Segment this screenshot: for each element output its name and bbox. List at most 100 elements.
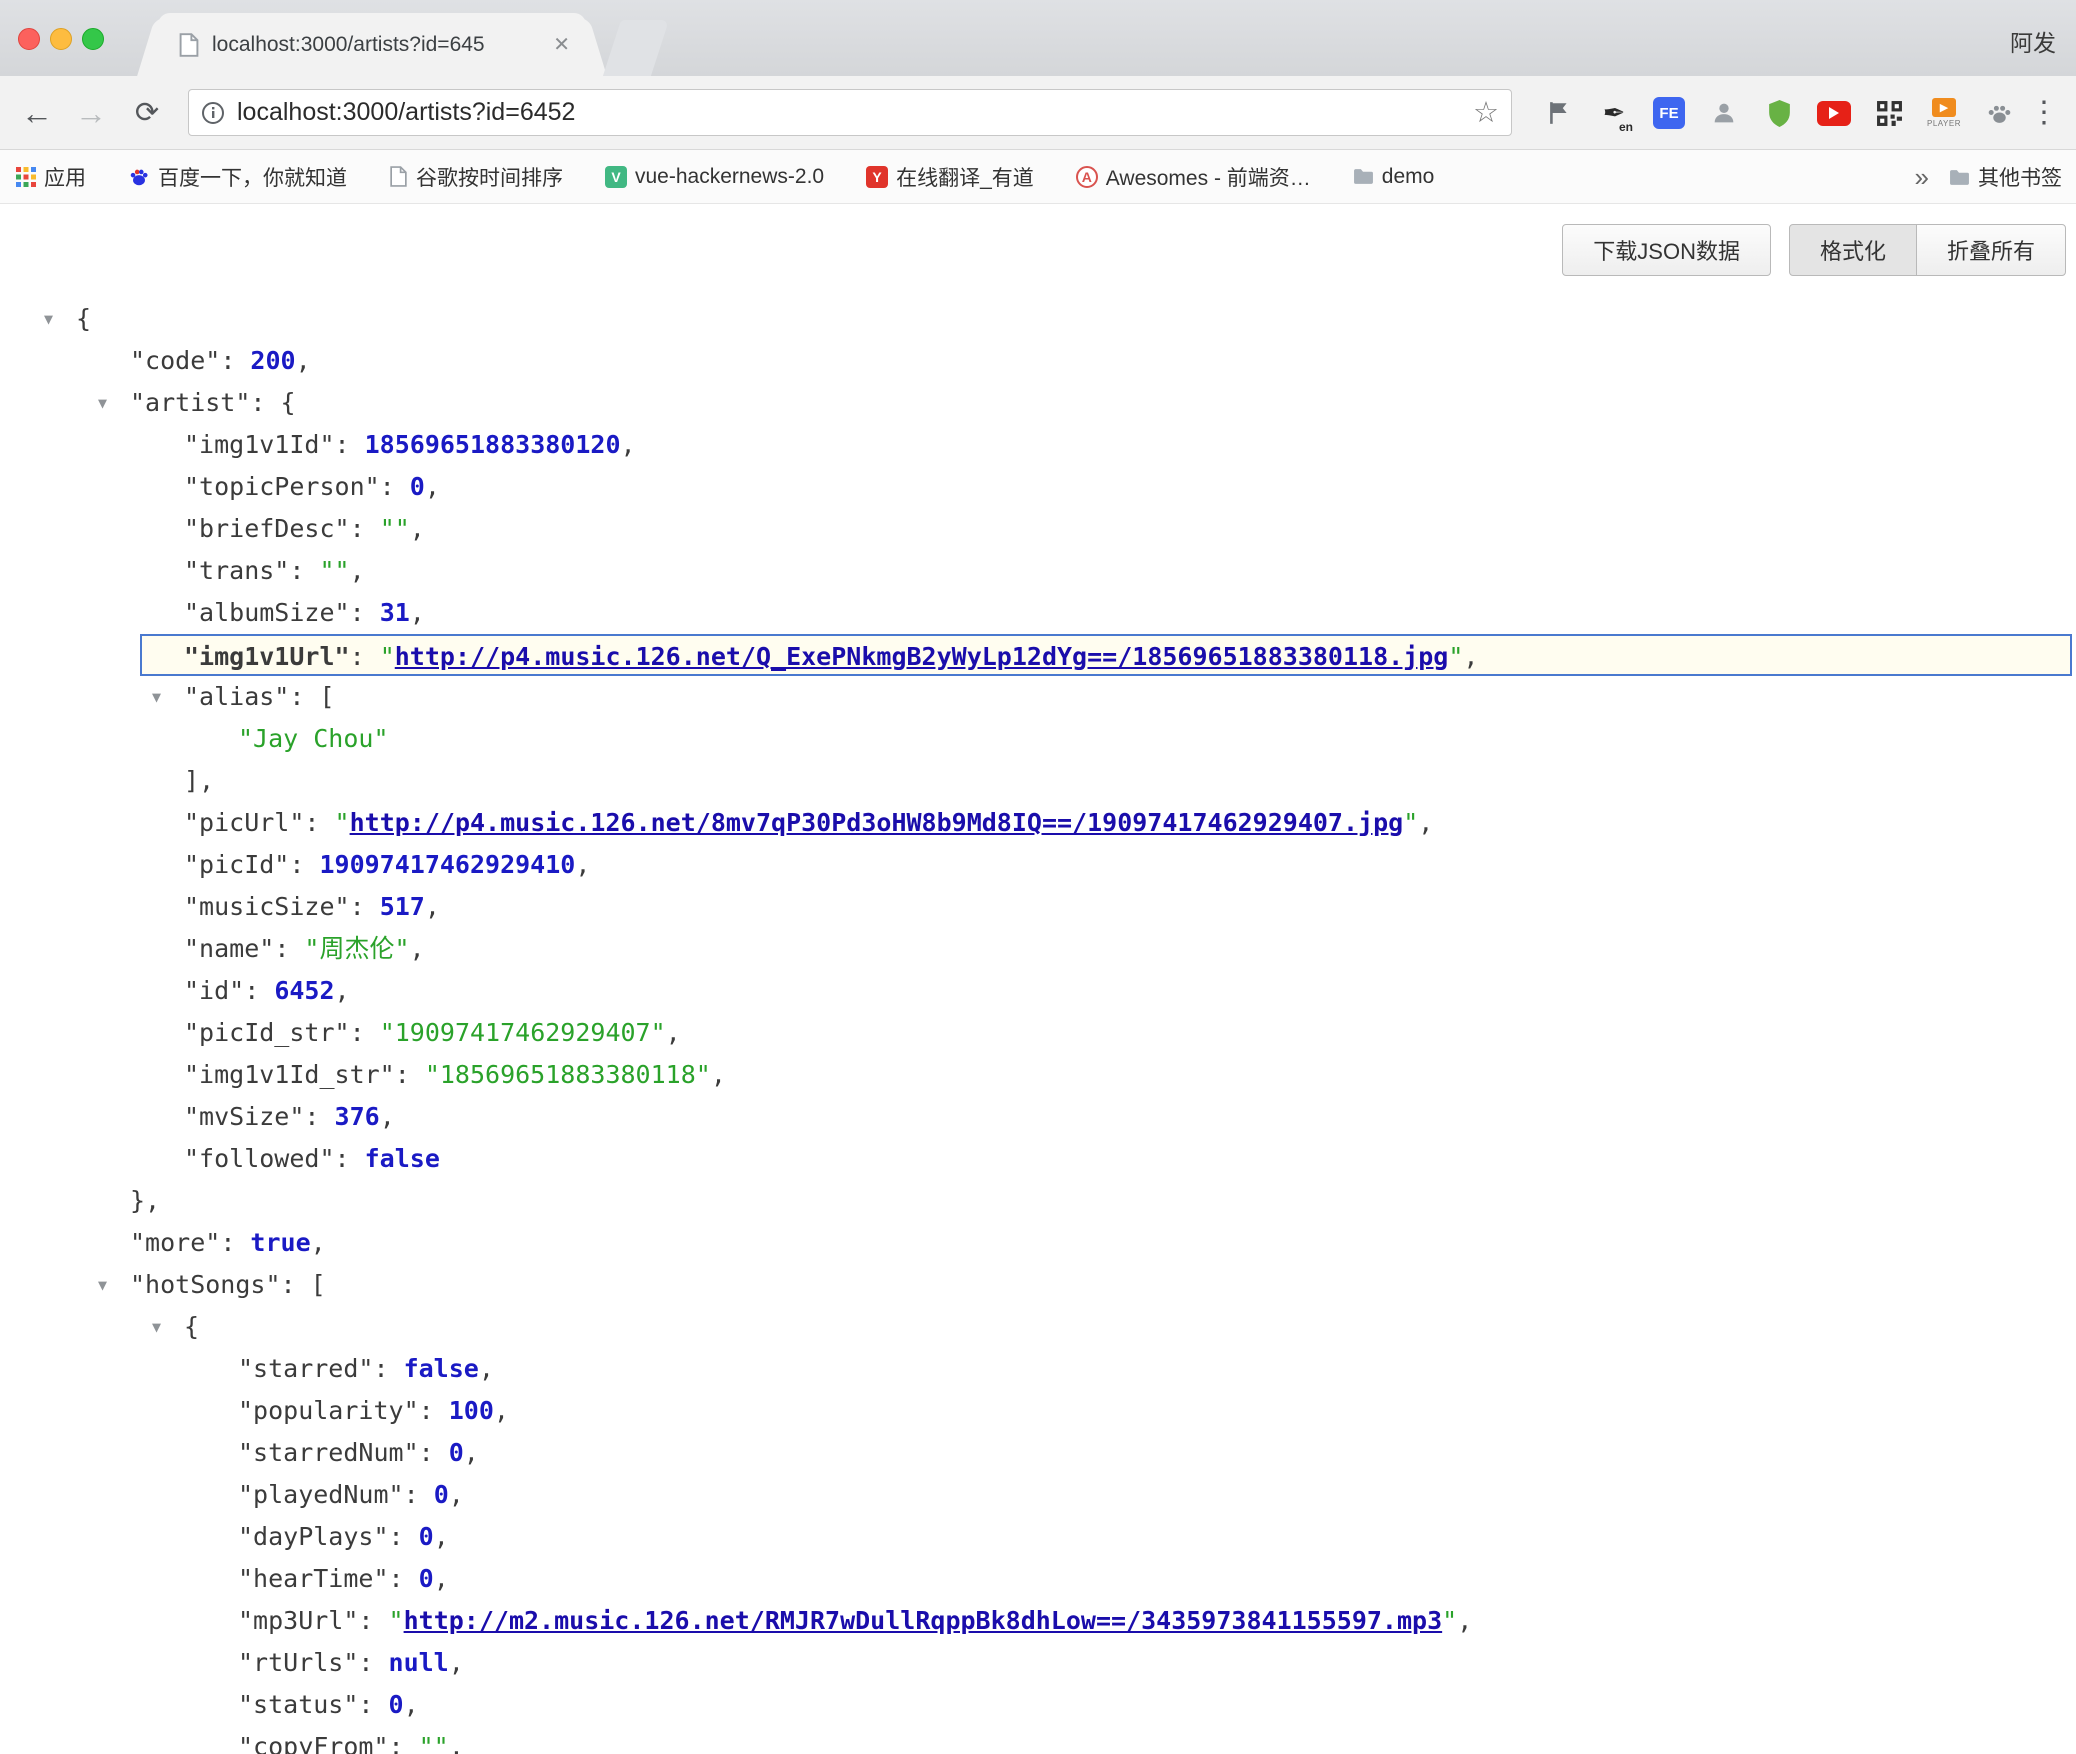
fe-extension-icon[interactable]: FE bbox=[1650, 90, 1688, 136]
collapse-toggle-icon[interactable]: ▼ bbox=[152, 1306, 161, 1348]
json-token-key: "dayPlays" bbox=[238, 1522, 389, 1551]
json-token-key: "img1v1Id_str" bbox=[184, 1060, 395, 1089]
translate-pen-extension-icon[interactable]: ✒ en bbox=[1595, 90, 1633, 136]
json-url-link[interactable]: http://p4.music.126.net/Q_ExePNkmgB2yWyL… bbox=[395, 642, 1449, 671]
bookmark-star-icon[interactable]: ☆ bbox=[1473, 95, 1499, 130]
address-bar[interactable]: localhost:3000/artists?id=6452 ☆ bbox=[188, 89, 1512, 136]
json-line: "followed": false bbox=[0, 1138, 2076, 1180]
json-token-key: "trans" bbox=[184, 556, 289, 585]
json-token-key: "img1v1Id" bbox=[184, 430, 335, 459]
json-line: ▼"hotSongs": [ bbox=[0, 1264, 2076, 1306]
flag-extension-icon[interactable] bbox=[1540, 90, 1578, 136]
json-line: "rtUrls": null, bbox=[0, 1642, 2076, 1684]
bookmark-baidu[interactable]: 百度一下，你就知道 bbox=[128, 162, 347, 192]
json-token-key: "musicSize" bbox=[184, 892, 350, 921]
bookmarks-bar: 应用 百度一下，你就知道 谷歌按时间排序 V vue-hackernews-2.… bbox=[0, 150, 2076, 204]
download-json-button[interactable]: 下载JSON数据 bbox=[1562, 224, 1771, 276]
collapse-toggle-icon[interactable]: ▼ bbox=[152, 676, 161, 718]
json-token-str: "19097417462929407" bbox=[380, 1018, 666, 1047]
json-token-punct: { bbox=[184, 1312, 199, 1341]
collapse-toggle-icon[interactable]: ▼ bbox=[44, 298, 53, 340]
bookmark-demo-folder[interactable]: demo bbox=[1353, 165, 1435, 189]
json-token-key: "playedNum" bbox=[238, 1480, 404, 1509]
bookmark-google-sort[interactable]: 谷歌按时间排序 bbox=[389, 162, 563, 192]
json-token-key: "starredNum" bbox=[238, 1438, 419, 1467]
new-tab-button[interactable] bbox=[603, 20, 669, 76]
paw-extension-icon[interactable] bbox=[1980, 90, 2018, 136]
bookmark-apps[interactable]: 应用 bbox=[16, 162, 86, 192]
json-token-punct: , bbox=[404, 1690, 419, 1719]
json-token-key: "mp3Url" bbox=[238, 1606, 358, 1635]
forward-button[interactable]: → bbox=[68, 90, 114, 136]
pen-en-label: en bbox=[1619, 120, 1633, 134]
json-line: "briefDesc": "", bbox=[0, 508, 2076, 550]
json-token-num: 6452 bbox=[274, 976, 334, 1005]
json-url-link[interactable]: http://m2.music.126.net/RMJR7wDullRqppBk… bbox=[404, 1606, 1443, 1635]
json-token-punct: : bbox=[419, 1438, 449, 1467]
apps-grid-icon bbox=[16, 167, 36, 187]
collapse-toggle-icon[interactable]: ▼ bbox=[98, 1264, 107, 1306]
json-line: "picId_str": "19097417462929407", bbox=[0, 1012, 2076, 1054]
json-token-punct: , bbox=[410, 598, 425, 627]
json-token-punct: : bbox=[350, 892, 380, 921]
json-line: "topicPerson": 0, bbox=[0, 466, 2076, 508]
json-token-punct: : bbox=[250, 388, 280, 417]
format-button[interactable]: 格式化 bbox=[1789, 224, 1917, 276]
json-token-punct: : bbox=[244, 976, 274, 1005]
json-token-punct: : bbox=[389, 1564, 419, 1593]
json-token-str: "Jay Chou" bbox=[238, 724, 389, 753]
shield-extension-icon[interactable] bbox=[1760, 90, 1798, 136]
json-url-link[interactable]: http://p4.music.126.net/8mv7qP30Pd3oHW8b… bbox=[350, 808, 1404, 837]
profile-extension-icon[interactable] bbox=[1705, 90, 1743, 136]
tab-close-icon[interactable]: ✕ bbox=[553, 32, 570, 57]
json-token-punct: , bbox=[410, 514, 425, 543]
bookmark-label: 谷歌按时间排序 bbox=[416, 162, 563, 192]
browser-tab[interactable]: localhost:3000/artists?id=645 ✕ bbox=[158, 13, 586, 76]
other-bookmarks-folder[interactable]: 其他书签 bbox=[1949, 162, 2062, 192]
menu-icon[interactable]: ⋮ bbox=[2022, 90, 2066, 136]
json-token-punct: , bbox=[335, 976, 350, 1005]
json-line: "trans": "", bbox=[0, 550, 2076, 592]
json-token-punct: , bbox=[425, 892, 440, 921]
json-token-punct: , bbox=[494, 1396, 509, 1425]
bookmarks-right: » 其他书签 bbox=[1915, 150, 2062, 204]
json-token-str: " bbox=[1448, 642, 1463, 671]
player-extension-icon[interactable]: ▶ PLAYER bbox=[1925, 90, 1963, 136]
json-token-key: "topicPerson" bbox=[184, 472, 380, 501]
profile-name[interactable]: 阿发 bbox=[2010, 24, 2056, 58]
collapse-toggle-icon[interactable]: ▼ bbox=[98, 382, 107, 424]
folder-icon bbox=[1353, 168, 1374, 185]
close-window-button[interactable] bbox=[18, 28, 40, 50]
json-token-key: "picId" bbox=[184, 850, 289, 879]
json-token-punct: ], bbox=[184, 766, 214, 795]
json-token-punct: , bbox=[1463, 642, 1478, 671]
bookmark-label: Awesomes - 前端资… bbox=[1106, 162, 1311, 192]
youtube-extension-icon[interactable] bbox=[1815, 90, 1853, 136]
back-button[interactable]: ← bbox=[14, 90, 60, 136]
bookmarks-overflow-icon[interactable]: » bbox=[1915, 162, 1929, 193]
bookmark-awesomes[interactable]: A Awesomes - 前端资… bbox=[1076, 162, 1311, 192]
json-token-key: "alias" bbox=[184, 682, 289, 711]
json-token-key: "name" bbox=[184, 934, 274, 963]
json-line: "dayPlays": 0, bbox=[0, 1516, 2076, 1558]
maximize-window-button[interactable] bbox=[82, 28, 104, 50]
bookmark-vue-hackernews[interactable]: V vue-hackernews-2.0 bbox=[605, 165, 824, 189]
json-line: ▼"alias": [ bbox=[0, 676, 2076, 718]
url-text[interactable]: localhost:3000/artists?id=6452 bbox=[237, 98, 1473, 127]
json-token-punct: : bbox=[335, 1144, 365, 1173]
json-token-punct: : bbox=[358, 1690, 388, 1719]
minimize-window-button[interactable] bbox=[50, 28, 72, 50]
bookmark-youdao-translate[interactable]: Y 在线翻译_有道 bbox=[866, 162, 1034, 192]
json-token-key: "popularity" bbox=[238, 1396, 419, 1425]
json-line: "starredNum": 0, bbox=[0, 1432, 2076, 1474]
json-token-str: " bbox=[389, 1606, 404, 1635]
qr-code-icon bbox=[1876, 100, 1903, 127]
qr-extension-icon[interactable] bbox=[1870, 90, 1908, 136]
tab-title: localhost:3000/artists?id=645 bbox=[212, 33, 541, 57]
reload-button[interactable]: ⟳ bbox=[124, 90, 170, 136]
json-token-punct: , bbox=[1418, 808, 1433, 837]
collapse-all-button[interactable]: 折叠所有 bbox=[1916, 224, 2066, 276]
json-token-str: "" bbox=[419, 1732, 449, 1754]
page-info-icon[interactable] bbox=[201, 101, 225, 125]
json-token-punct: , bbox=[575, 850, 590, 879]
